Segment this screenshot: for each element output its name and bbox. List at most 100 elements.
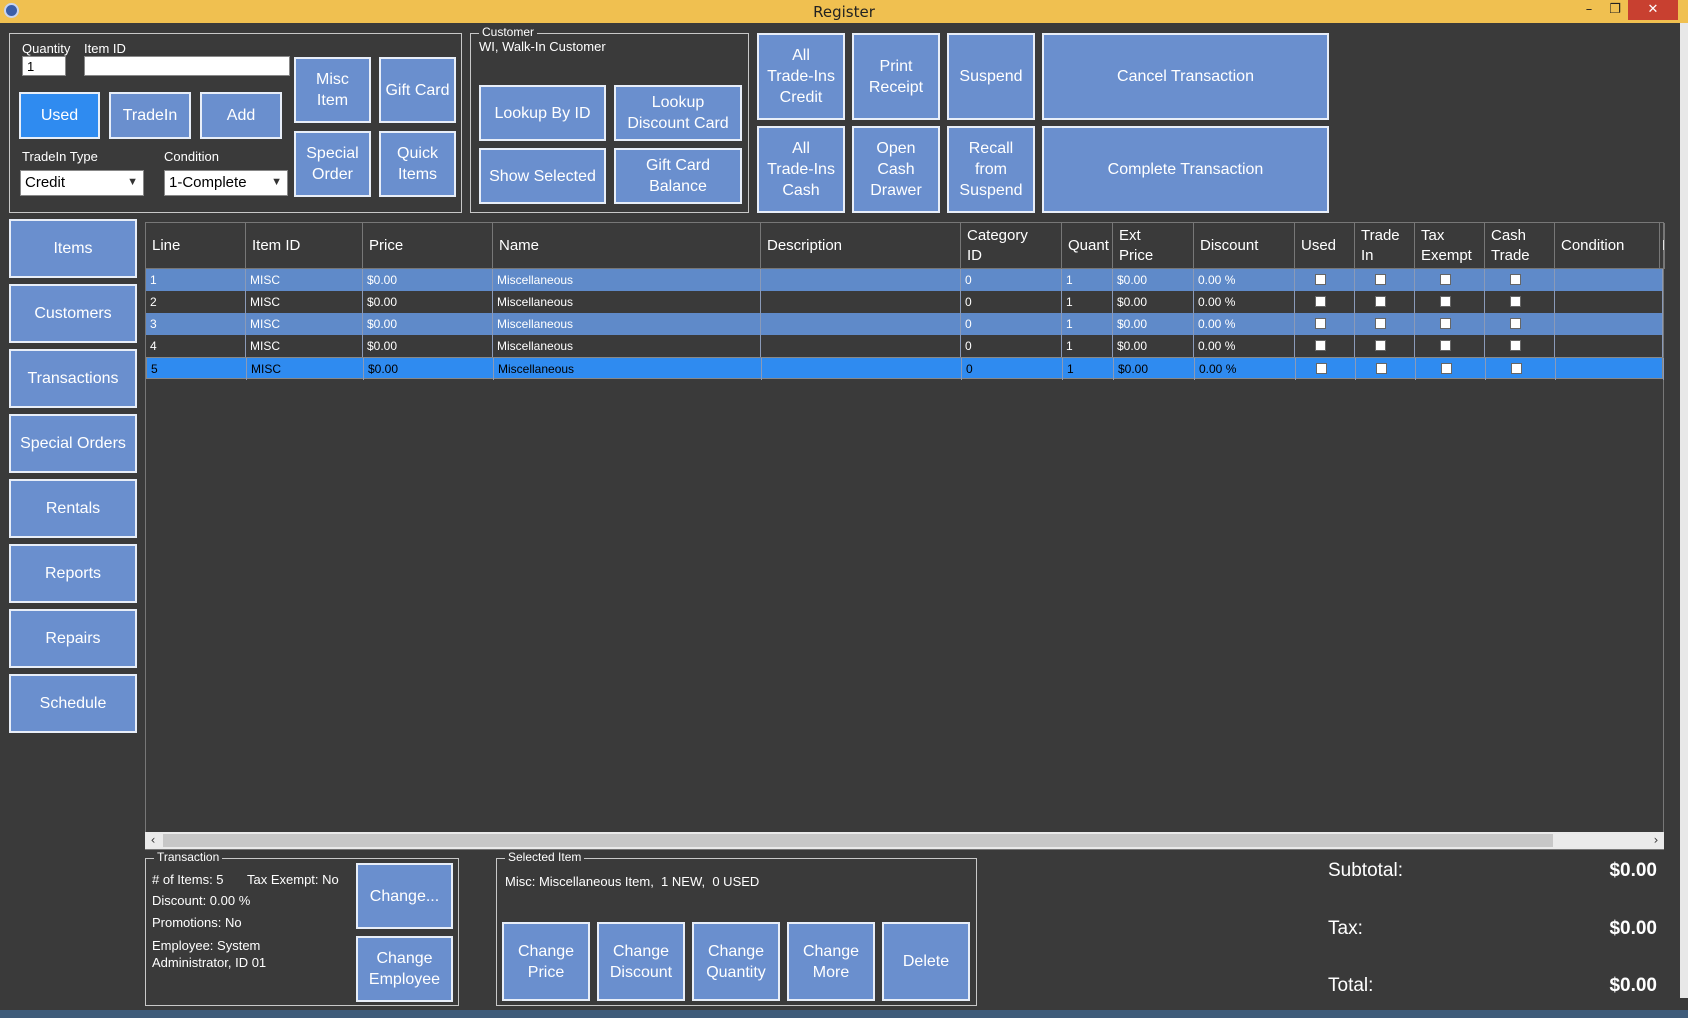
cell-quant[interactable]: 1 (1062, 335, 1113, 357)
col-header-price[interactable]: Price (363, 223, 493, 269)
cell-description[interactable] (761, 335, 961, 357)
scrollbar-thumb[interactable] (163, 834, 1553, 847)
window-edge-scrollbar[interactable] (1680, 23, 1688, 998)
cancel-transaction-button[interactable]: Cancel Transaction (1042, 33, 1329, 120)
change-price-button[interactable]: Change Price (502, 922, 590, 1001)
cell-line[interactable]: 3 (146, 313, 246, 335)
col-header-description[interactable]: Description (761, 223, 961, 269)
cell-condition[interactable] (1555, 269, 1663, 291)
used-checkbox[interactable] (1315, 274, 1326, 285)
item-id-input[interactable] (84, 56, 290, 76)
cell-quant[interactable]: 1 (1062, 269, 1113, 291)
delete-button[interactable]: Delete (882, 922, 970, 1001)
table-row[interactable]: 4 MISC $0.00 Miscellaneous 0 1 $0.00 0.00 % (146, 335, 1663, 357)
cell-cash-trade[interactable] (1485, 335, 1555, 357)
cell-tax-exempt[interactable] (1415, 291, 1485, 313)
cash-trade-checkbox[interactable] (1511, 363, 1522, 374)
print-receipt-button[interactable]: Print Receipt (852, 33, 940, 120)
used-checkbox[interactable] (1315, 340, 1326, 351)
col-header-used[interactable]: Used (1295, 223, 1355, 269)
tradein-button[interactable]: TradeIn (109, 92, 191, 139)
nav-rentals[interactable]: Rentals (9, 479, 137, 538)
cell-ext-price[interactable]: $0.00 (1113, 291, 1194, 313)
trade-in-checkbox[interactable] (1375, 340, 1386, 351)
cell-discount[interactable]: 0.00 % (1194, 313, 1295, 335)
col-header-discount[interactable]: Discount (1194, 223, 1295, 269)
cell-item-id[interactable]: MISC (247, 358, 364, 380)
cell-quant[interactable]: 1 (1062, 291, 1113, 313)
cell-ext-price[interactable]: $0.00 (1113, 335, 1194, 357)
cell-line[interactable]: 4 (146, 335, 246, 357)
trade-in-checkbox[interactable] (1375, 296, 1386, 307)
cell-trade-in[interactable] (1355, 269, 1415, 291)
cell-item-id[interactable]: MISC (246, 313, 363, 335)
cash-trade-checkbox[interactable] (1510, 296, 1521, 307)
cell-condition[interactable] (1555, 313, 1663, 335)
change-more-button[interactable]: Change More (787, 922, 875, 1001)
cell-tax-exempt[interactable] (1415, 313, 1485, 335)
cell-trade-in[interactable] (1356, 358, 1416, 380)
col-header-name[interactable]: Name (493, 223, 761, 269)
used-checkbox[interactable] (1315, 296, 1326, 307)
cell-item-id[interactable]: MISC (246, 335, 363, 357)
recall-from-suspend-button[interactable]: Recall from Suspend (947, 126, 1035, 213)
nav-customers[interactable]: Customers (9, 284, 137, 343)
gift-card-button[interactable]: Gift Card (379, 57, 456, 123)
cell-trade-in[interactable] (1355, 335, 1415, 357)
cell-discount[interactable]: 0.00 % (1194, 335, 1295, 357)
scroll-left-icon[interactable]: ‹ (145, 832, 161, 849)
misc-item-button[interactable]: Misc Item (294, 57, 371, 123)
nav-transactions[interactable]: Transactions (9, 349, 137, 408)
cell-name[interactable]: Miscellaneous (494, 358, 762, 380)
cell-name[interactable]: Miscellaneous (493, 313, 761, 335)
cell-cash-trade[interactable] (1485, 313, 1555, 335)
cell-name[interactable]: Miscellaneous (493, 269, 761, 291)
col-header-condition[interactable]: Condition (1555, 223, 1660, 269)
nav-repairs[interactable]: Repairs (9, 609, 137, 668)
change-discount-button[interactable]: Change Discount (597, 922, 685, 1001)
cell-discount[interactable]: 0.00 % (1195, 358, 1296, 380)
cell-description[interactable] (761, 291, 961, 313)
cell-used[interactable] (1295, 291, 1355, 313)
transaction-items-grid[interactable]: Line Item ID Price Name Description Cate… (145, 222, 1665, 850)
cash-trade-checkbox[interactable] (1510, 318, 1521, 329)
quantity-input[interactable] (22, 56, 66, 76)
used-button[interactable]: Used (19, 92, 100, 139)
cell-description[interactable] (761, 313, 961, 335)
col-header-tax-exempt[interactable]: Tax Exempt (1415, 223, 1485, 269)
tax-exempt-checkbox[interactable] (1440, 318, 1451, 329)
restore-button[interactable]: ❐ (1602, 0, 1628, 20)
change-quantity-button[interactable]: Change Quantity (692, 922, 780, 1001)
cell-trade-in[interactable] (1355, 313, 1415, 335)
change-transaction-button[interactable]: Change... (356, 863, 453, 929)
cell-name[interactable]: Miscellaneous (493, 291, 761, 313)
quick-items-button[interactable]: Quick Items (379, 131, 456, 197)
open-cash-drawer-button[interactable]: Open Cash Drawer (852, 126, 940, 213)
cell-category-id[interactable]: 0 (961, 313, 1062, 335)
col-header-line[interactable]: Line (146, 223, 246, 269)
cell-line[interactable]: 1 (146, 269, 246, 291)
col-header-cash-trade[interactable]: Cash Trade (1485, 223, 1555, 269)
cell-category-id[interactable]: 0 (962, 358, 1063, 380)
cell-price[interactable]: $0.00 (363, 313, 493, 335)
cell-price[interactable]: $0.00 (363, 335, 493, 357)
lookup-discount-card-button[interactable]: Lookup Discount Card (614, 85, 742, 141)
used-checkbox[interactable] (1316, 363, 1327, 374)
table-row[interactable]: 2 MISC $0.00 Miscellaneous 0 1 $0.00 0.00 % (146, 291, 1663, 313)
gift-card-balance-button[interactable]: Gift Card Balance (614, 148, 742, 204)
cell-tax-exempt[interactable] (1415, 269, 1485, 291)
cash-trade-checkbox[interactable] (1510, 274, 1521, 285)
grid-horizontal-scrollbar[interactable]: ‹ › (145, 832, 1664, 849)
col-header-category-id[interactable]: Category ID (961, 223, 1062, 269)
nav-special-orders[interactable]: Special Orders (9, 414, 137, 473)
cell-used[interactable] (1295, 313, 1355, 335)
trade-in-checkbox[interactable] (1376, 363, 1387, 374)
col-header-trade-in[interactable]: Trade In (1355, 223, 1415, 269)
cell-condition[interactable] (1555, 291, 1663, 313)
lookup-by-id-button[interactable]: Lookup By ID (479, 85, 606, 141)
cell-description[interactable] (761, 269, 961, 291)
trade-in-checkbox[interactable] (1375, 274, 1386, 285)
scroll-right-icon[interactable]: › (1648, 832, 1664, 849)
tax-exempt-checkbox[interactable] (1440, 296, 1451, 307)
cell-cash-trade[interactable] (1485, 291, 1555, 313)
